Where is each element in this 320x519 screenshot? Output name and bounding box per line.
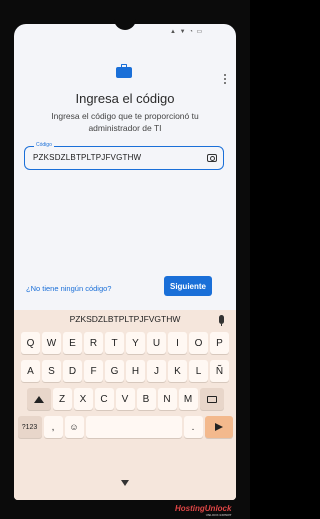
code-input-value: PZKSDZLBTPLTPJFVGTHW <box>33 153 142 162</box>
watermark-logo: HostingUnlock UNLOCK EXPERT <box>175 504 231 517</box>
key-f[interactable]: F <box>84 360 103 382</box>
hide-keyboard-icon[interactable] <box>121 480 129 486</box>
keyboard-row-4: ?123 , ☺ . <box>14 416 236 438</box>
key-q[interactable]: Q <box>21 332 40 354</box>
emoji-icon[interactable]: ☺ <box>64 416 84 438</box>
keyboard-suggestion[interactable]: PZKSDZLBTPLTPJFVGTHW <box>14 314 236 324</box>
status-icons: ▲ ▼ ◔ ▭ <box>170 29 204 35</box>
space-key[interactable] <box>85 416 182 438</box>
watermark-tagline: UNLOCK EXPERT <box>205 513 232 517</box>
key-i[interactable]: I <box>168 332 187 354</box>
keyboard-row-3: Z X C V B N M <box>14 388 236 410</box>
key-e[interactable]: E <box>63 332 82 354</box>
key-s[interactable]: S <box>42 360 61 382</box>
code-input-label: Código <box>34 142 54 148</box>
key-z[interactable]: Z <box>52 388 72 410</box>
keyboard-row-2: A S D F G H J K L Ñ <box>14 360 236 382</box>
key-c[interactable]: C <box>94 388 114 410</box>
page-title: Ingresa el código <box>75 91 175 106</box>
shift-arrow-icon <box>33 395 44 403</box>
next-button[interactable]: Siguiente <box>164 276 212 296</box>
key-a[interactable]: A <box>21 360 40 382</box>
more-options-icon[interactable] <box>222 72 228 86</box>
backspace-icon <box>206 395 217 403</box>
key-h[interactable]: H <box>126 360 145 382</box>
key-n-tilde[interactable]: Ñ <box>210 360 229 382</box>
key-w[interactable]: W <box>42 332 61 354</box>
symbols-key[interactable]: ?123 <box>17 416 42 438</box>
key-u[interactable]: U <box>147 332 166 354</box>
enter-key[interactable] <box>204 416 233 438</box>
period-key[interactable]: . <box>183 416 203 438</box>
page-subtitle: Ingresa el código que te proporcionó tu … <box>51 111 199 133</box>
key-k[interactable]: K <box>168 360 187 382</box>
send-arrow-icon <box>214 423 223 431</box>
no-code-link[interactable]: ¿No tiene ningún código? <box>26 284 111 293</box>
screen: Ingresa el código Ingresa el código que … <box>14 24 236 500</box>
key-p[interactable]: P <box>210 332 229 354</box>
key-v[interactable]: V <box>115 388 135 410</box>
key-t[interactable]: T <box>105 332 124 354</box>
key-m[interactable]: M <box>178 388 198 410</box>
key-l[interactable]: L <box>189 360 208 382</box>
key-r[interactable]: R <box>84 332 103 354</box>
watermark-brand: HostingUnlock <box>175 504 232 513</box>
keyboard-row-1: Q W E R T Y U I O P <box>14 332 236 354</box>
phone-frame: ▲ ▼ ◔ ▭ Ingresa el código Ingresa el cód… <box>0 0 250 519</box>
comma-key[interactable]: , <box>43 416 63 438</box>
key-g[interactable]: G <box>105 360 124 382</box>
key-d[interactable]: D <box>63 360 82 382</box>
briefcase-icon <box>116 64 132 78</box>
code-input[interactable]: PZKSDZLBTPLTPJFVGTHW <box>24 146 224 170</box>
navigation-bar <box>14 472 236 500</box>
microphone-icon[interactable] <box>219 315 224 326</box>
key-x[interactable]: X <box>73 388 93 410</box>
backspace-key[interactable] <box>199 388 224 410</box>
key-b[interactable]: B <box>136 388 156 410</box>
key-o[interactable]: O <box>189 332 208 354</box>
key-n[interactable]: N <box>157 388 177 410</box>
key-y[interactable]: Y <box>126 332 145 354</box>
key-j[interactable]: J <box>147 360 166 382</box>
camera-scan-icon[interactable] <box>207 154 217 162</box>
shift-key[interactable] <box>26 388 51 410</box>
